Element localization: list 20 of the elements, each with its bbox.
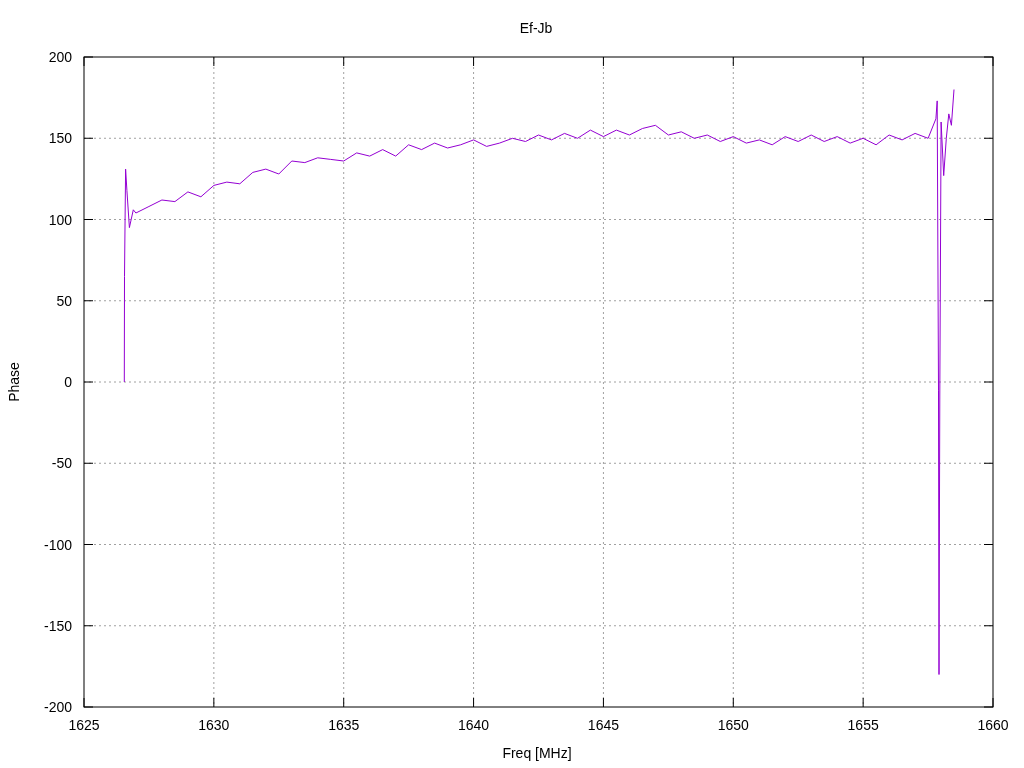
x-tick-label: 1635 — [328, 717, 360, 733]
x-tick-label: 1660 — [977, 717, 1009, 733]
x-tick-label: 1655 — [847, 717, 879, 733]
y-tick-label: 150 — [48, 130, 72, 147]
x-tick-label: 1625 — [68, 717, 100, 733]
x-tick-label: 1650 — [717, 717, 749, 733]
x-tick-label: 1630 — [198, 717, 230, 733]
x-axis-label: Freq [MHz] — [502, 745, 572, 761]
y-tick-label: -200 — [43, 699, 72, 715]
y-tick-label: -100 — [43, 536, 72, 553]
y-tick-label: 0 — [64, 374, 72, 390]
chart-title: Ef-Jb — [519, 20, 553, 36]
y-tick-label: -150 — [43, 617, 72, 634]
y-tick-label: 50 — [56, 292, 72, 309]
y-tick-label: 200 — [48, 49, 72, 65]
y-tick-label: -50 — [51, 455, 72, 472]
x-tick-label: 1640 — [458, 717, 490, 733]
x-tick-label: 1645 — [587, 717, 619, 733]
y-tick-label: 100 — [48, 211, 72, 228]
y-axis-label: Phase — [6, 362, 22, 402]
